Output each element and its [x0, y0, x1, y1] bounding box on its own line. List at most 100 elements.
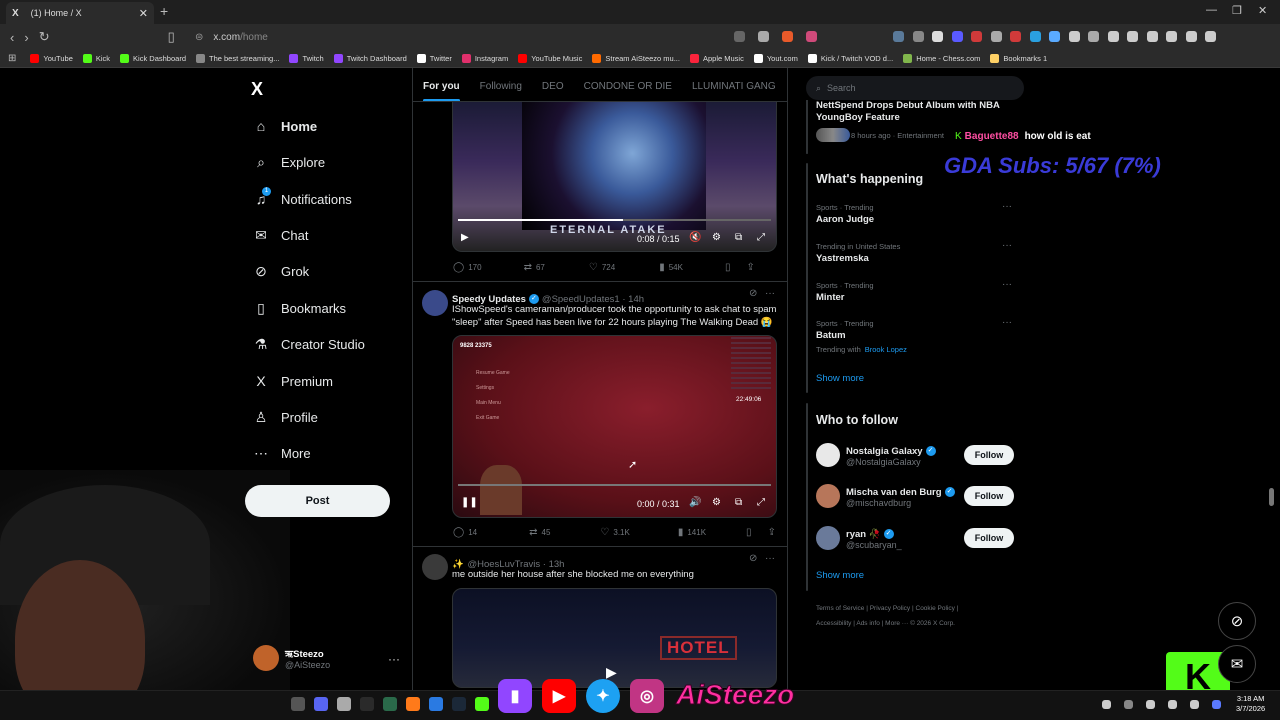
extension-icon[interactable] [990, 31, 1002, 42]
bookmark-item[interactable]: Stream AiSteezo mu... [592, 54, 680, 63]
extension-icon[interactable] [782, 31, 793, 42]
address-bar[interactable]: ⊜ x.com/home [195, 28, 815, 46]
site-info-icon[interactable]: ⊜ [195, 32, 203, 43]
feed-tab[interactable]: Following [470, 72, 532, 101]
kick-app-icon[interactable] [475, 697, 489, 711]
bookmark-button[interactable]: ▯ [746, 527, 756, 538]
bookmark-item[interactable]: Kick Dashboard [120, 54, 186, 63]
pause-icon[interactable]: ❚❚ [461, 497, 478, 508]
post2-progress-track[interactable] [458, 484, 771, 486]
mute-icon[interactable]: 🔇 [689, 232, 701, 243]
settings-icon[interactable]: ⚙ [712, 232, 721, 243]
extension-icon[interactable] [1185, 31, 1197, 42]
trend-name[interactable]: Batum [816, 330, 846, 341]
tray-icon[interactable] [1102, 700, 1111, 709]
post2-avatar[interactable] [422, 290, 448, 316]
page-scrollbar[interactable] [1269, 488, 1274, 506]
follow-name[interactable]: ryan 🥀 [846, 529, 881, 540]
app-icon[interactable] [383, 697, 397, 711]
extension-icon[interactable] [1127, 31, 1138, 42]
new-tab-button[interactable]: + [160, 3, 168, 19]
search-input[interactable]: ⌕ Search [806, 76, 1024, 100]
minimize-button[interactable]: — [1206, 4, 1217, 16]
bookmark-item[interactable]: YouTube [30, 54, 73, 63]
extension-icon[interactable] [1049, 31, 1060, 42]
like-button[interactable]: ♡ 724 [589, 262, 615, 273]
bookmark-item[interactable]: Apple Music [689, 54, 744, 63]
app-icon[interactable] [406, 697, 420, 711]
play-icon[interactable]: ▶ [461, 232, 469, 243]
grok-fab-icon[interactable]: ⊘ [1218, 602, 1256, 640]
pip-icon[interactable]: ⧉ [735, 232, 742, 243]
post3-more-icon[interactable]: ··· [765, 553, 775, 564]
footer-terms[interactable]: Terms of Service [816, 605, 864, 612]
extension-icon[interactable] [1088, 31, 1099, 42]
repost-button[interactable]: ⇄ 45 [529, 527, 550, 538]
extension-icon[interactable] [893, 31, 904, 42]
trend-more-icon[interactable]: ··· [1002, 279, 1012, 290]
extension-icon[interactable] [971, 31, 982, 42]
nav-explore[interactable]: ⌕ Explore [253, 154, 325, 171]
nav-more[interactable]: ⋯ More [253, 445, 311, 462]
feed-tab[interactable]: Ape [786, 72, 787, 101]
tray-icon[interactable] [1124, 700, 1133, 709]
trend-more-icon[interactable]: ··· [1002, 240, 1012, 251]
tray-icon[interactable] [1212, 700, 1221, 709]
trend-name[interactable]: Aaron Judge [816, 214, 874, 225]
fullscreen-icon[interactable]: ⤢ [757, 497, 765, 508]
discord-icon[interactable] [314, 697, 328, 711]
feed-tab[interactable]: CONDONE OR DIE [574, 72, 682, 101]
bookmark-item[interactable]: Bookmarks 1 [990, 54, 1047, 63]
follow-button[interactable]: Follow [964, 486, 1014, 506]
bookmark-item[interactable]: YouTube Music [518, 54, 582, 63]
back-icon[interactable]: ‹ [10, 30, 14, 45]
share-button[interactable]: ⇪ [746, 262, 758, 273]
nav-chat[interactable]: ✉ Chat [253, 227, 308, 244]
steam-icon[interactable] [452, 697, 466, 711]
account-switcher[interactable]: ऋSteezo @AiSteezo [253, 645, 330, 671]
follow-avatar[interactable] [816, 484, 840, 508]
extension-icon[interactable] [951, 31, 963, 42]
follow-button[interactable]: Follow [964, 528, 1014, 548]
bookmark-item[interactable]: Twitch [289, 54, 324, 63]
extension-icon[interactable] [1068, 31, 1080, 42]
browser-tab[interactable]: X (1) Home / X ✕ [6, 2, 154, 24]
bookmark-item[interactable]: Yout.com [753, 54, 798, 63]
trend-name[interactable]: Yastremska [816, 253, 869, 264]
trend-extra-link[interactable]: Brook Lopez [865, 345, 907, 354]
bookmark-page-icon[interactable]: ▯ [168, 29, 175, 45]
extension-icon[interactable] [1029, 31, 1041, 42]
close-window-button[interactable]: ✕ [1258, 4, 1267, 17]
footer-ads[interactable]: Ads info [856, 620, 880, 627]
extension-icon[interactable] [1146, 31, 1158, 42]
app-icon[interactable] [360, 697, 374, 711]
pip-icon[interactable]: ⧉ [735, 497, 742, 508]
grok-icon[interactable]: ⊘ [749, 553, 757, 564]
trend-more-icon[interactable]: ··· [1002, 317, 1012, 328]
views-button[interactable]: ▮ 54K [659, 262, 683, 273]
footer-more[interactable]: More ··· [885, 620, 908, 627]
bookmark-item[interactable]: Twitch Dashboard [333, 54, 407, 63]
follow-avatar[interactable] [816, 443, 840, 467]
follow-name[interactable]: Nostalgia Galaxy [846, 446, 923, 457]
bookmark-item[interactable]: The best streaming... [196, 54, 279, 63]
nav-premium[interactable]: X Premium [253, 373, 333, 389]
views-button[interactable]: ▮ 141K [678, 527, 706, 538]
obs-icon[interactable] [337, 697, 351, 711]
post2-more-icon[interactable]: ··· [765, 288, 775, 299]
like-button[interactable]: ♡ 3.1K [600, 527, 629, 538]
system-clock[interactable]: 3:18 AM 3/7/2026 [1236, 694, 1265, 714]
nav-creator-studio[interactable]: ⚗ Creator Studio [253, 336, 365, 353]
post3-avatar[interactable] [422, 554, 448, 580]
extension-icon[interactable] [1010, 31, 1021, 42]
extension-icon[interactable] [912, 31, 924, 42]
extension-icon[interactable] [806, 31, 817, 42]
apps-grid-icon[interactable]: ⊞ [8, 53, 16, 64]
bookmark-item[interactable]: Instagram [461, 54, 508, 63]
maximize-button[interactable]: ❐ [1232, 4, 1242, 17]
nav-grok[interactable]: ⊘ Grok [253, 263, 309, 280]
follow-button[interactable]: Follow [964, 445, 1014, 465]
follow-avatar[interactable] [816, 526, 840, 550]
grok-icon[interactable]: ⊘ [749, 288, 757, 299]
nav-bookmarks[interactable]: ▯ Bookmarks [253, 300, 346, 317]
